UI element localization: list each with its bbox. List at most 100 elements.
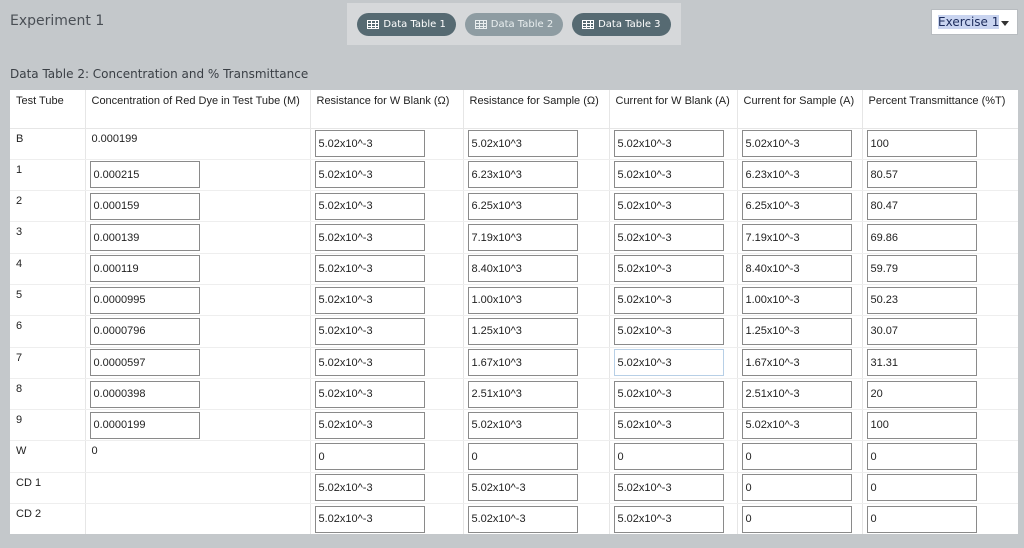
table-cell: 5.02x10^-3: [609, 128, 738, 160]
current-blank-input[interactable]: 5.02x10^-3: [613, 224, 724, 252]
test-tube-label: 8: [10, 378, 86, 411]
percent-transmittance-input[interactable]: 0: [866, 443, 977, 471]
table-cell: 80.47: [862, 190, 1018, 223]
current-blank-input[interactable]: 0: [613, 443, 724, 471]
percent-transmittance-input[interactable]: 80.47: [866, 192, 977, 220]
resistance-sample-input[interactable]: 5.02x10^3: [467, 411, 578, 439]
concentration-input[interactable]: 0.0000796: [89, 317, 200, 345]
percent-transmittance-input[interactable]: 20: [866, 380, 977, 408]
resistance-sample-input[interactable]: 1.00x10^3: [467, 286, 578, 314]
percent-transmittance-input[interactable]: 0: [866, 505, 977, 533]
current-blank-input[interactable]: 5.02x10^-3: [613, 349, 724, 377]
current-blank-input[interactable]: 5.02x10^-3: [613, 130, 724, 158]
percent-transmittance-input[interactable]: 69.86: [866, 224, 977, 252]
table-row: 7 0.0000597 5.02x10^-3 1.67x10^3 5.02x10^-3 1…: [10, 347, 1018, 379]
resistance-blank-input[interactable]: 5.02x10^-3: [314, 192, 425, 220]
table-cell: 5.02x10^-3: [737, 128, 863, 160]
concentration-input[interactable]: 0.0000995: [89, 286, 200, 314]
concentration-input[interactable]: 0.000119: [89, 255, 200, 283]
current-sample-input[interactable]: 6.23x10^-3: [741, 161, 852, 189]
concentration-input[interactable]: 0.000139: [89, 224, 200, 252]
current-sample-input[interactable]: 1.00x10^-3: [741, 286, 852, 314]
concentration-input[interactable]: 0.0000398: [89, 380, 200, 408]
table-cell: 8.40x10^-3: [737, 253, 863, 285]
current-blank-input[interactable]: 5.02x10^-3: [613, 505, 724, 533]
current-sample-input[interactable]: 0: [741, 443, 852, 471]
percent-transmittance-input[interactable]: 100: [866, 130, 977, 158]
resistance-blank-input[interactable]: 5.02x10^-3: [314, 411, 425, 439]
current-sample-input[interactable]: 7.19x10^-3: [741, 224, 852, 252]
concentration-input[interactable]: 0.0000199: [89, 411, 200, 439]
table-cell: 5.02x10^-3: [609, 503, 738, 534]
resistance-blank-input[interactable]: 5.02x10^-3: [314, 286, 425, 314]
tab-data-table-3[interactable]: Data Table 3: [572, 12, 671, 36]
current-blank-input[interactable]: 5.02x10^-3: [613, 317, 724, 345]
resistance-blank-input[interactable]: 5.02x10^-3: [314, 505, 425, 533]
resistance-sample-input[interactable]: 1.67x10^3: [467, 349, 578, 377]
current-sample-input[interactable]: 1.67x10^-3: [741, 349, 852, 377]
table-cell: 6.23x10^3: [463, 159, 610, 192]
table-cell: 5.02x10^-3: [310, 159, 464, 192]
current-sample-input[interactable]: 5.02x10^-3: [741, 411, 852, 439]
resistance-blank-input[interactable]: 0: [314, 443, 425, 471]
resistance-sample-input[interactable]: 0: [467, 443, 578, 471]
resistance-blank-input[interactable]: 5.02x10^-3: [314, 224, 425, 252]
resistance-blank-input[interactable]: 5.02x10^-3: [314, 380, 425, 408]
concentration-input[interactable]: 0.000215: [89, 161, 200, 189]
resistance-sample-input[interactable]: 8.40x10^3: [467, 255, 578, 283]
table-cell: 80.57: [862, 159, 1018, 192]
tab-label: Data Table 2: [490, 18, 554, 30]
resistance-blank-input[interactable]: 5.02x10^-3: [314, 130, 425, 158]
percent-transmittance-input[interactable]: 0: [866, 474, 977, 502]
current-blank-input[interactable]: 5.02x10^-3: [613, 411, 724, 439]
current-blank-input[interactable]: 5.02x10^-3: [613, 474, 724, 502]
resistance-blank-input[interactable]: 5.02x10^-3: [314, 161, 425, 189]
percent-transmittance-input[interactable]: 30.07: [866, 317, 977, 345]
current-blank-input[interactable]: 5.02x10^-3: [613, 255, 724, 283]
resistance-sample-input[interactable]: 2.51x10^3: [467, 380, 578, 408]
resistance-blank-input[interactable]: 5.02x10^-3: [314, 317, 425, 345]
table-cell: 5.02x10^-3: [310, 284, 464, 317]
tab-data-table-2[interactable]: Data Table 2: [464, 12, 564, 36]
tab-data-table-1[interactable]: Data Table 1: [357, 12, 456, 36]
chevron-down-icon: [1001, 21, 1009, 26]
resistance-sample-input[interactable]: 1.25x10^3: [467, 317, 578, 345]
current-sample-input[interactable]: 2.51x10^-3: [741, 380, 852, 408]
resistance-blank-input[interactable]: 5.02x10^-3: [314, 349, 425, 377]
table-cell: 5.02x10^-3: [310, 128, 464, 160]
current-blank-input[interactable]: 5.02x10^-3: [613, 286, 724, 314]
current-sample-input[interactable]: 8.40x10^-3: [741, 255, 852, 283]
percent-transmittance-input[interactable]: 50.23: [866, 286, 977, 314]
current-sample-input[interactable]: 0: [741, 505, 852, 533]
resistance-sample-input[interactable]: 6.23x10^3: [467, 161, 578, 189]
current-sample-input[interactable]: 5.02x10^-3: [741, 130, 852, 158]
current-blank-input[interactable]: 5.02x10^-3: [613, 192, 724, 220]
resistance-sample-input[interactable]: 5.02x10^-3: [467, 505, 578, 533]
current-sample-input[interactable]: 1.25x10^-3: [741, 317, 852, 345]
table-cell: 0: [862, 503, 1018, 534]
percent-transmittance-input[interactable]: 80.57: [866, 161, 977, 189]
resistance-sample-input[interactable]: 6.25x10^3: [467, 192, 578, 220]
table-cell: 0: [737, 472, 863, 505]
percent-transmittance-input[interactable]: 100: [866, 411, 977, 439]
current-sample-input[interactable]: 0: [741, 474, 852, 502]
resistance-sample-input[interactable]: 7.19x10^3: [467, 224, 578, 252]
concentration-value: [85, 503, 311, 534]
concentration-value: 0.000199: [85, 128, 311, 160]
resistance-sample-input[interactable]: 5.02x10^-3: [467, 474, 578, 502]
concentration-input[interactable]: 0.0000597: [89, 349, 200, 377]
resistance-blank-input[interactable]: 5.02x10^-3: [314, 255, 425, 283]
concentration-input[interactable]: 0.000159: [89, 192, 200, 220]
test-tube-label: 1: [10, 159, 86, 192]
resistance-sample-input[interactable]: 5.02x10^3: [467, 130, 578, 158]
resistance-blank-input[interactable]: 5.02x10^-3: [314, 474, 425, 502]
exercise-select[interactable]: Exercise 1: [931, 9, 1018, 35]
table-cell: 7.19x10^-3: [737, 221, 863, 254]
current-blank-input[interactable]: 5.02x10^-3: [613, 161, 724, 189]
percent-transmittance-input[interactable]: 31.31: [866, 349, 977, 377]
table-cell: 31.31: [862, 347, 1018, 379]
current-blank-input[interactable]: 5.02x10^-3: [613, 380, 724, 408]
percent-transmittance-input[interactable]: 59.79: [866, 255, 977, 283]
column-header: Resistance for Sample (Ω): [463, 90, 610, 129]
current-sample-input[interactable]: 6.25x10^-3: [741, 192, 852, 220]
